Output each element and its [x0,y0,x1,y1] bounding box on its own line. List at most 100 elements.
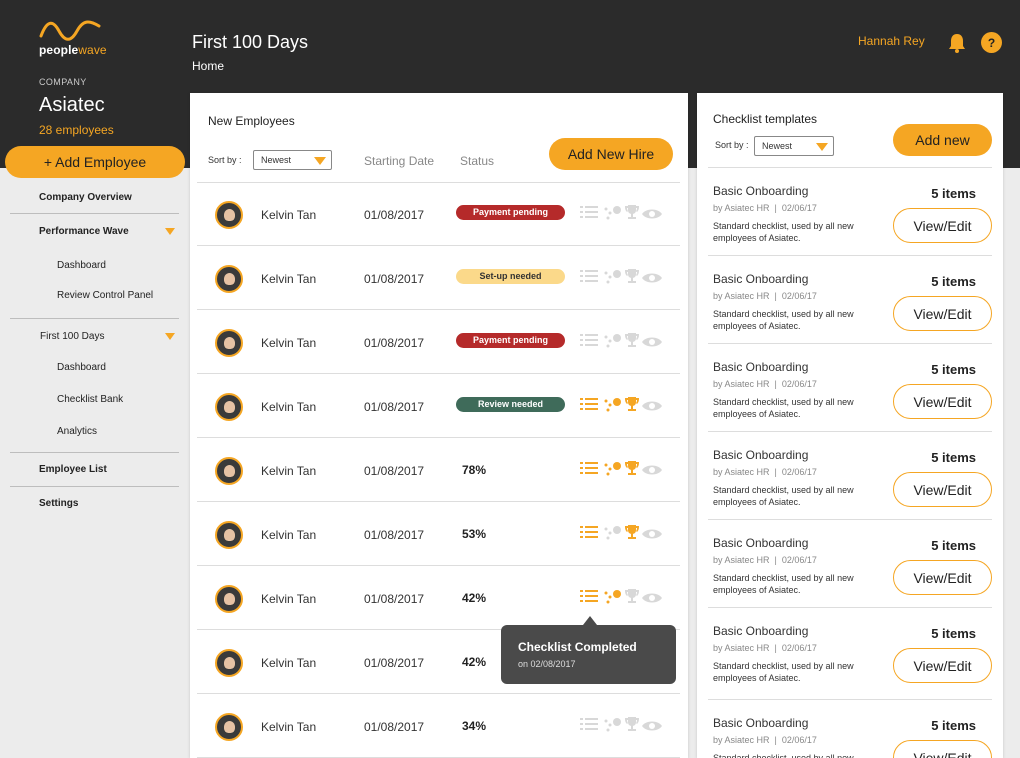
template-name[interactable]: Basic Onboarding [713,360,808,374]
avatar[interactable] [215,393,243,421]
template-name[interactable]: Basic Onboarding [713,536,808,550]
list-icon[interactable] [580,397,598,416]
sidebar-item-settings[interactable]: Settings [10,498,180,509]
sidebar-item-review-control-panel[interactable]: Review Control Panel [10,290,180,301]
trophy-icon[interactable] [625,333,639,353]
eye-icon[interactable] [642,335,662,353]
table-row[interactable]: Kelvin Tan 01/08/2017 Payment pending [190,182,688,246]
eye-icon[interactable] [642,207,662,225]
sidebar-item-pw-dashboard[interactable]: Dashboard [10,260,180,271]
view-edit-button[interactable]: View/Edit [893,384,992,419]
sidebar-item-first-100-days[interactable]: First 100 Days [10,331,180,342]
trophy-icon[interactable] [625,525,639,545]
employee-name[interactable]: Kelvin Tan [261,464,316,478]
row-actions [580,589,665,605]
trophy-icon[interactable] [625,717,639,737]
employee-name[interactable]: Kelvin Tan [261,208,316,222]
eye-icon[interactable] [642,719,662,737]
employee-name[interactable]: Kelvin Tan [261,272,316,286]
column-header-status[interactable]: Status [460,154,494,168]
bell-icon[interactable] [948,33,966,58]
eye-icon[interactable] [642,399,662,417]
table-row[interactable]: Kelvin Tan 01/08/2017 Review needed [190,374,688,438]
trophy-icon[interactable] [625,205,639,225]
logo-wordmark: peoplewave [39,43,107,57]
list-icon[interactable] [580,333,598,352]
avatar[interactable] [215,713,243,741]
chevron-down-icon[interactable] [165,333,175,340]
view-edit-button[interactable]: View/Edit [893,208,992,243]
employee-name[interactable]: Kelvin Tan [261,336,316,350]
template-name[interactable]: Basic Onboarding [713,448,808,462]
list-icon[interactable] [580,589,598,608]
avatar[interactable] [215,457,243,485]
trophy-icon[interactable] [625,461,639,481]
peoplewave-logo[interactable]: peoplewave [39,20,109,60]
avatar[interactable] [215,521,243,549]
view-edit-button[interactable]: View/Edit [893,560,992,595]
milestone-icon[interactable] [603,717,623,738]
view-edit-button[interactable]: View/Edit [893,740,992,758]
avatar[interactable] [215,265,243,293]
sidebar-item-analytics[interactable]: Analytics [10,426,180,437]
trophy-icon[interactable] [625,589,639,609]
add-new-template-button[interactable]: Add new [893,124,992,156]
milestone-icon[interactable] [603,269,623,290]
list-icon[interactable] [580,461,598,480]
template-name[interactable]: Basic Onboarding [713,272,808,286]
table-row[interactable]: Kelvin Tan 01/08/2017 42% [190,566,688,630]
eye-icon[interactable] [642,527,662,545]
employee-name[interactable]: Kelvin Tan [261,720,316,734]
avatar[interactable] [215,585,243,613]
sort-select[interactable]: Newest [754,136,834,156]
milestone-icon[interactable] [603,461,623,482]
eye-icon[interactable] [642,591,662,609]
eye-icon[interactable] [642,463,662,481]
template-author: by Asiatec HR [713,735,770,745]
sort-select[interactable]: Newest [253,150,332,170]
add-new-hire-button[interactable]: Add New Hire [549,138,673,170]
milestone-icon[interactable] [603,397,623,418]
employee-name[interactable]: Kelvin Tan [261,400,316,414]
sidebar-item-performance-wave[interactable]: Performance Wave [10,226,180,237]
list-icon[interactable] [580,525,598,544]
trophy-icon[interactable] [625,397,639,417]
view-edit-button[interactable]: View/Edit [893,296,992,331]
milestone-icon[interactable] [603,525,623,546]
eye-icon[interactable] [642,271,662,289]
milestone-icon[interactable] [603,205,623,226]
user-name[interactable]: Hannah Rey [858,34,925,48]
template-name[interactable]: Basic Onboarding [713,184,808,198]
employee-name[interactable]: Kelvin Tan [261,592,316,606]
avatar[interactable] [215,329,243,357]
trophy-icon[interactable] [625,269,639,289]
avatar[interactable] [215,201,243,229]
help-icon[interactable]: ? [981,32,1002,53]
table-row[interactable]: Kelvin Tan 01/08/2017 78% [190,438,688,502]
avatar[interactable] [215,649,243,677]
table-row[interactable]: Kelvin Tan 01/08/2017 Set-up needed [190,246,688,310]
template-name[interactable]: Basic Onboarding [713,624,808,638]
sidebar-item-f100-dashboard[interactable]: Dashboard [10,362,180,373]
list-icon[interactable] [580,205,598,224]
milestone-icon[interactable] [603,333,623,354]
table-row[interactable]: Kelvin Tan 01/08/2017 34% [190,694,688,758]
table-row[interactable]: Kelvin Tan 01/08/2017 Payment pending [190,310,688,374]
sidebar-item-employee-list[interactable]: Employee List [10,464,180,475]
view-edit-button[interactable]: View/Edit [893,648,992,683]
add-employee-button[interactable]: + Add Employee [5,146,185,178]
template-name[interactable]: Basic Onboarding [713,716,808,730]
breadcrumb[interactable]: Home [192,59,224,73]
milestone-icon[interactable] [603,589,623,610]
employee-name[interactable]: Kelvin Tan [261,528,316,542]
template-description: Standard checklist, used by all new empl… [713,753,854,758]
sidebar-item-checklist-bank[interactable]: Checklist Bank [10,394,180,405]
table-row[interactable]: Kelvin Tan 01/08/2017 53% [190,502,688,566]
employee-name[interactable]: Kelvin Tan [261,656,316,670]
view-edit-button[interactable]: View/Edit [893,472,992,507]
list-icon[interactable] [580,269,598,288]
column-header-starting-date[interactable]: Starting Date [364,154,434,168]
list-icon[interactable] [580,717,598,736]
sidebar-item-company-overview[interactable]: Company Overview [10,192,180,203]
chevron-down-icon[interactable] [165,228,175,235]
